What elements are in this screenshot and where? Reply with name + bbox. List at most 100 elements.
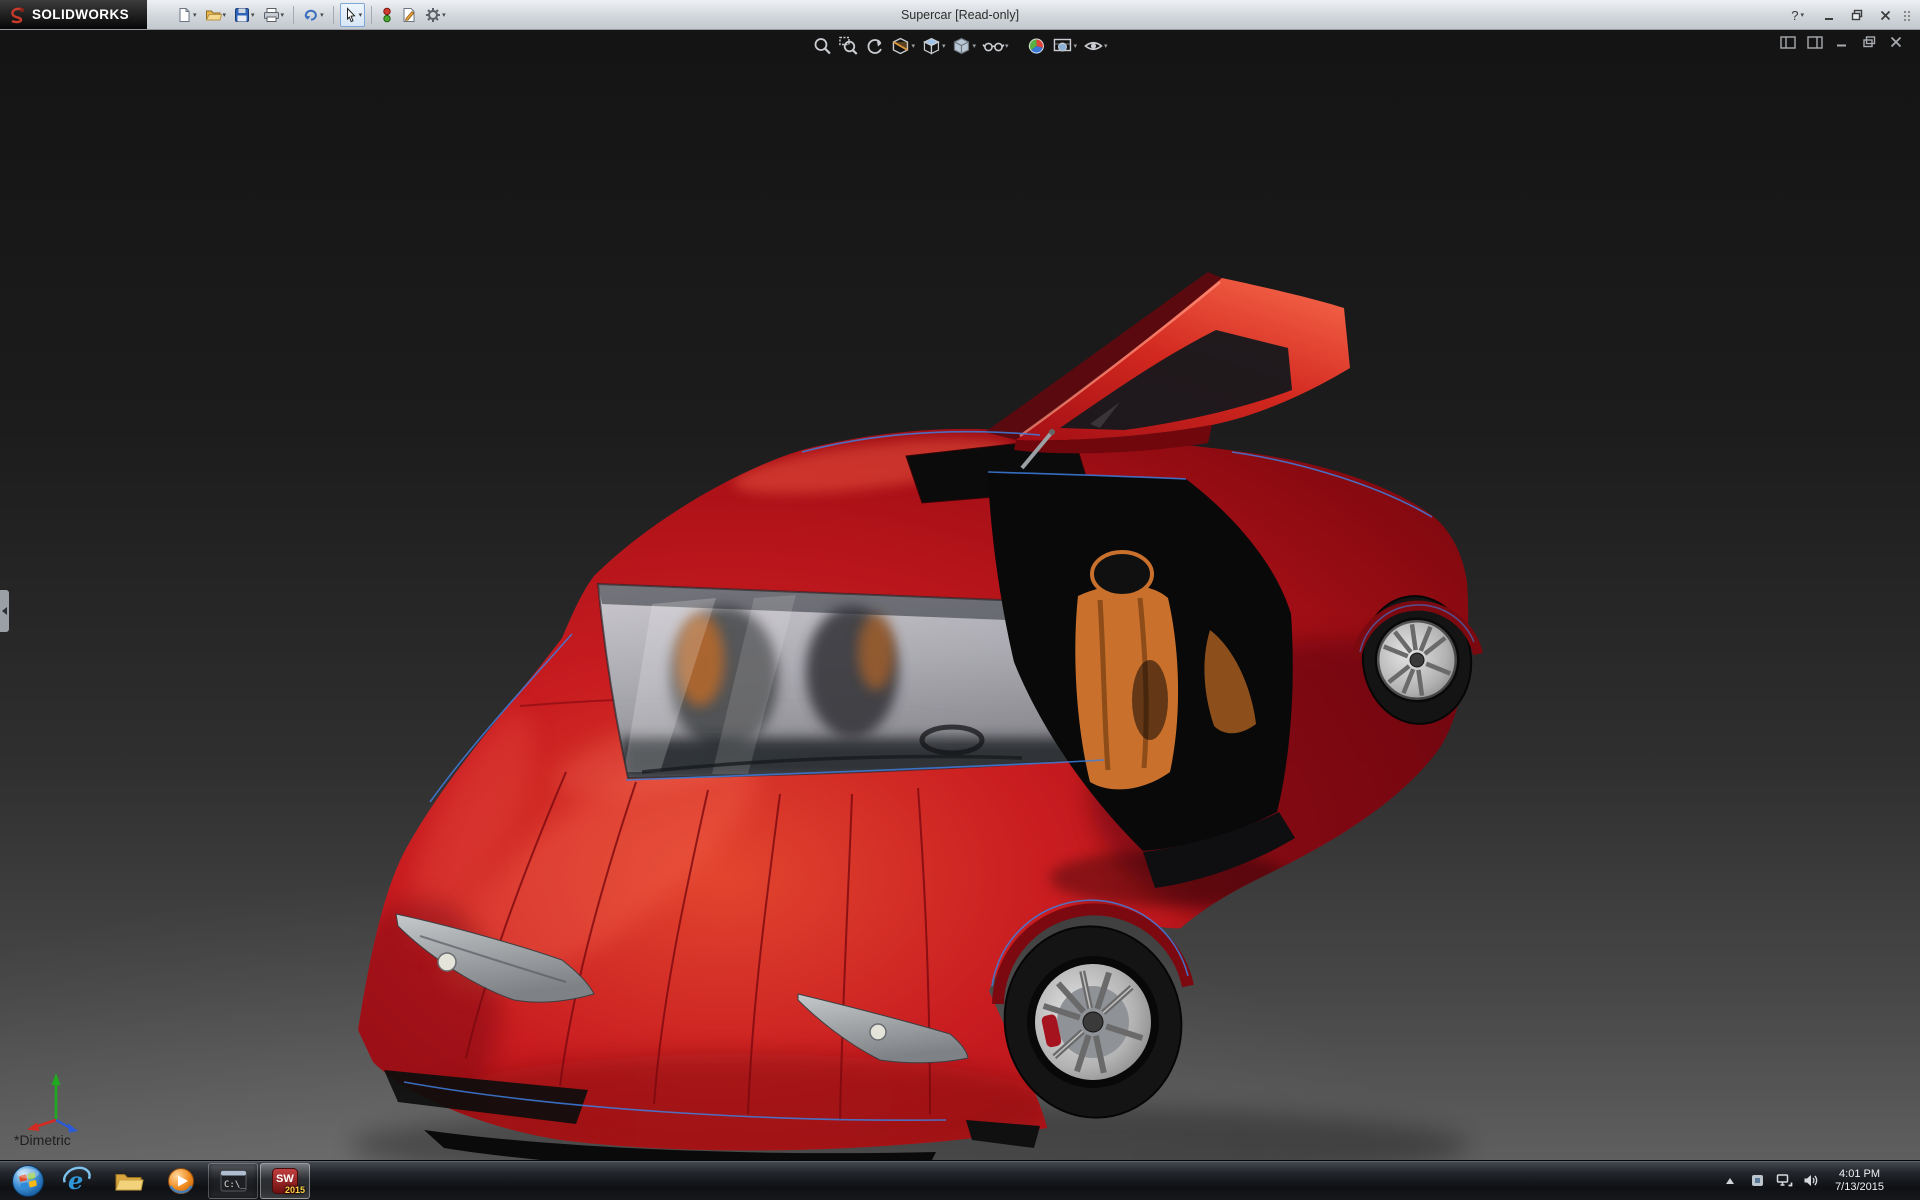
restore-button[interactable] (1844, 5, 1870, 25)
help-label: ? (1791, 7, 1799, 23)
titlebar-controls: ? ▾ (1791, 0, 1916, 30)
viewport-3d[interactable]: ▾ ▾ ▾ ▾ ▾ ▾ *Dimetric (0, 30, 1920, 1160)
tray-time: 4:01 PM (1839, 1167, 1881, 1180)
options-button[interactable]: ▾ (422, 3, 449, 27)
tray-date: 7/13/2015 (1835, 1180, 1884, 1193)
doc-minimize-icon (1837, 44, 1846, 47)
gullwing-door (985, 272, 1350, 470)
close-icon (1880, 10, 1890, 20)
zoom-to-fit-button[interactable] (811, 35, 833, 57)
save-icon (235, 7, 250, 22)
document-title: Supercar [Read-only] (900, 8, 1020, 22)
network-icon (1776, 1174, 1792, 1187)
save-button[interactable]: ▾ (231, 3, 258, 27)
doc-close-icon (1890, 36, 1902, 48)
minimize-icon (1824, 17, 1833, 20)
rebuild-button[interactable] (378, 3, 396, 27)
dassault-logo-icon (11, 7, 24, 23)
view-orientation-button[interactable]: ▾ (920, 35, 947, 57)
windows-orb-icon (12, 1164, 44, 1197)
display-style-icon (953, 37, 970, 55)
main-toolbar: ▾ ▾ ▾ ▾ ▾ ▾ ▾ (147, 0, 449, 29)
orientation-triad (27, 1073, 78, 1133)
solidworks-logo: SOLIDWORKS (0, 0, 147, 29)
orientation-label: *Dimetric (14, 1132, 71, 1148)
open-folder-icon (205, 10, 222, 20)
hide-show-items-button[interactable]: ▾ (981, 35, 1010, 57)
undo-icon (304, 9, 317, 21)
svg-text:SW: SW (276, 1173, 294, 1185)
toolbar-separator (293, 5, 295, 24)
section-view-button[interactable]: ▾ (889, 35, 916, 57)
app-name: SOLIDWORKS (32, 7, 129, 22)
command-prompt-icon: C:\_ (220, 1170, 246, 1191)
minimize-button[interactable] (1816, 5, 1842, 25)
zoom-to-area-icon (839, 36, 858, 55)
view-settings-button[interactable]: ▾ (1082, 35, 1109, 57)
split-pane-left-icon (1780, 35, 1796, 49)
restore-icon (1851, 9, 1863, 21)
print-icon (263, 7, 279, 22)
edit-appearance-button[interactable] (1026, 35, 1048, 57)
solidworks-taskbar-button[interactable]: SW 2015 (260, 1162, 310, 1199)
apply-scene-button[interactable]: ▾ (1052, 35, 1079, 57)
print-button[interactable]: ▾ (260, 3, 288, 27)
file-explorer-button[interactable] (104, 1163, 154, 1199)
split-pane-left-button[interactable] (1778, 34, 1798, 50)
document-window-controls (1778, 34, 1906, 50)
section-view-icon (892, 37, 909, 55)
start-button[interactable] (5, 1162, 51, 1200)
hidden-icons-button[interactable] (1718, 1166, 1742, 1196)
hidden-icons-chevron-icon (1726, 1177, 1735, 1184)
file-properties-icon (403, 7, 415, 22)
supercar-model[interactable] (0, 30, 1920, 1160)
doc-close-button[interactable] (1886, 34, 1906, 50)
network-button[interactable] (1772, 1166, 1796, 1196)
options-gear-icon (426, 7, 441, 22)
open-button[interactable]: ▾ (202, 3, 230, 27)
select-button[interactable]: ▾ (339, 2, 366, 27)
tray-app-icon (1751, 1175, 1763, 1186)
view-toolbar: ▾ ▾ ▾ ▾ ▾ ▾ (805, 33, 1114, 59)
new-document-icon (179, 7, 190, 22)
zoom-to-fit-icon (814, 38, 831, 55)
media-player-button[interactable] (156, 1163, 206, 1199)
new-document-button[interactable]: ▾ (173, 3, 200, 27)
close-button[interactable] (1872, 5, 1898, 25)
select-cursor-icon (346, 6, 356, 22)
undo-button[interactable]: ▾ (300, 3, 327, 27)
view-settings-eye-icon (1083, 41, 1103, 51)
help-button[interactable]: ? ▾ (1791, 8, 1804, 23)
titlebar: SOLIDWORKS ▾ ▾ ▾ ▾ ▾ ▾ ▾ Supercar [Read-… (0, 0, 1920, 30)
view-orientation-cube-icon (922, 37, 940, 55)
taskbar: e C:\_ SW 2015 4:01 PM 7/13/2015 (0, 1160, 1920, 1200)
internet-explorer-icon: e (63, 1166, 91, 1195)
rebuild-stoplight-icon (383, 7, 391, 22)
folder-icon (115, 1173, 144, 1190)
edit-appearance-icon (1028, 38, 1045, 54)
hide-show-items-icon (982, 42, 1004, 52)
toolbar-separator (371, 5, 373, 24)
file-properties-button[interactable] (398, 3, 420, 27)
doc-restore-icon (1862, 36, 1875, 48)
zoom-to-area-button[interactable] (837, 35, 859, 57)
toolbar-overflow-icon[interactable] (1902, 9, 1914, 21)
volume-icon (1804, 1175, 1818, 1186)
tray-app-button[interactable] (1745, 1166, 1769, 1196)
volume-button[interactable] (1799, 1166, 1823, 1196)
svg-text:C:\_: C:\_ (224, 1180, 246, 1190)
toolbar-separator (332, 5, 334, 24)
display-style-button[interactable]: ▾ (950, 35, 977, 57)
clock[interactable]: 4:01 PM 7/13/2015 (1826, 1168, 1893, 1194)
featuremanager-collapsed-tab[interactable] (0, 590, 9, 632)
previous-view-button[interactable] (863, 35, 885, 57)
internet-explorer-button[interactable]: e (52, 1163, 102, 1199)
command-prompt-button[interactable]: C:\_ (208, 1162, 258, 1199)
doc-restore-button[interactable] (1859, 34, 1879, 50)
apply-scene-icon (1053, 38, 1072, 52)
split-pane-right-button[interactable] (1805, 34, 1825, 50)
media-player-icon (168, 1167, 194, 1194)
show-desktop-button[interactable] (1896, 1166, 1920, 1196)
doc-minimize-button[interactable] (1832, 34, 1852, 50)
solidworks-version-badge: 2015 (284, 1184, 305, 1195)
